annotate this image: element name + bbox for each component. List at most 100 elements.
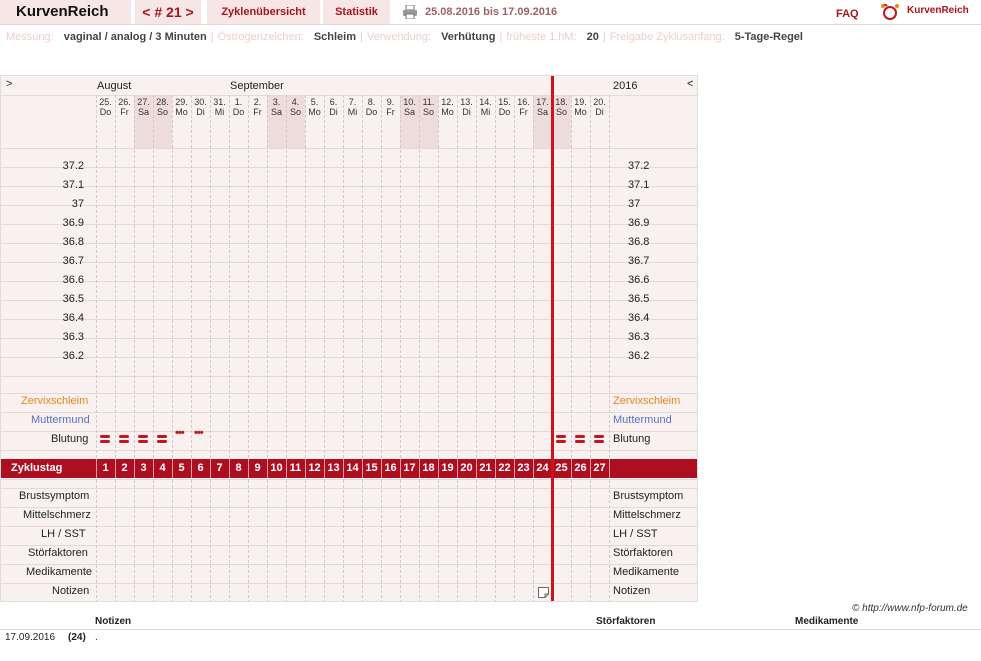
cycle-day-number[interactable]: 14 <box>343 459 362 477</box>
cycle-day-number[interactable]: 4 <box>153 459 172 477</box>
bleeding-strong-mark[interactable] <box>575 435 585 445</box>
row-label-disturb-right: Störfaktoren <box>613 547 673 559</box>
day-date: 8. <box>367 97 376 107</box>
bleeding-spotting-mark[interactable]: ••• <box>175 427 185 439</box>
day-date: 28. <box>156 97 169 107</box>
cycle-day-number[interactable]: 24 <box>533 459 552 477</box>
cycle-day-number[interactable]: 7 <box>210 459 229 477</box>
day-header-cell[interactable]: 29. Mo <box>172 97 191 117</box>
day-header-cell[interactable]: 5. Mo <box>305 97 324 117</box>
bleeding-strong-mark[interactable] <box>138 435 148 445</box>
cycle-day-number[interactable]: 8 <box>229 459 248 477</box>
bleeding-strong-mark[interactable] <box>556 435 566 445</box>
cycle-day-number[interactable]: 2 <box>115 459 134 477</box>
cycle-day-number[interactable]: 18 <box>419 459 438 477</box>
day-header-cell[interactable]: 13. Di <box>457 97 476 117</box>
day-header-cell[interactable]: 31. Mi <box>210 97 229 117</box>
bleeding-strong-mark[interactable] <box>119 435 129 445</box>
cycle-day-number[interactable]: 6 <box>191 459 210 477</box>
bleeding-strong-mark[interactable] <box>100 435 110 445</box>
day-header-cell[interactable]: 28. So <box>153 97 172 117</box>
temperature-label-right: 36.7 <box>628 255 650 267</box>
cycle-day-divider <box>381 459 382 478</box>
temperature-label: 37.1 <box>62 179 84 191</box>
day-header-cell[interactable]: 15. Do <box>495 97 514 117</box>
tab-cycle-overview[interactable]: Zyklenübersicht <box>207 0 320 24</box>
day-header-cell[interactable]: 8. Do <box>362 97 381 117</box>
cycle-day-number[interactable]: 13 <box>324 459 343 477</box>
note-text: . <box>95 632 98 643</box>
grid-line <box>1 507 697 508</box>
day-header-cell[interactable]: 25. Do <box>96 97 115 117</box>
cycle-navigator[interactable]: < # 21 > <box>135 0 201 24</box>
day-header-cell[interactable]: 12. Mo <box>438 97 457 117</box>
app-title[interactable]: KurvenReich <box>0 0 131 24</box>
cycle-day-number[interactable]: 15 <box>362 459 381 477</box>
day-header-cell[interactable]: 2. Fr <box>248 97 267 117</box>
row-label-os: Muttermund <box>31 414 90 426</box>
grid-line <box>1 545 697 546</box>
cycle-day-number[interactable]: 20 <box>457 459 476 477</box>
cycle-day-number[interactable]: 22 <box>495 459 514 477</box>
cycle-day-number[interactable]: 26 <box>571 459 590 477</box>
print-icon[interactable] <box>402 5 418 19</box>
day-header-cell[interactable]: 9. Fr <box>381 97 400 117</box>
day-column-line <box>324 95 325 601</box>
day-header-cell[interactable]: 10. Sa <box>400 97 419 117</box>
cycle-day-number[interactable]: 16 <box>381 459 400 477</box>
temperature-label: 37 <box>71 198 84 210</box>
brand-name[interactable]: KurvenReich <box>907 5 969 16</box>
day-header-cell[interactable]: 14. Mi <box>476 97 495 117</box>
day-header-cell[interactable]: 17. Sa <box>533 97 552 117</box>
bleeding-strong-mark[interactable] <box>594 435 604 445</box>
tab-statistics[interactable]: Statistik <box>323 0 390 24</box>
cycle-day-number[interactable]: 27 <box>590 459 609 477</box>
row-label-breast: Brustsymptom <box>19 490 90 502</box>
cycle-day-number[interactable]: 17 <box>400 459 419 477</box>
row-label-lh-right: LH / SST <box>613 528 658 540</box>
bleeding-spotting-mark[interactable]: ••• <box>194 427 204 439</box>
day-header-cell[interactable]: 19. Mo <box>571 97 590 117</box>
day-header-cell[interactable]: 6. Di <box>324 97 343 117</box>
day-header-cell[interactable]: 3. Sa <box>267 97 286 117</box>
grid-line <box>1 488 697 489</box>
cycle-day-number[interactable]: 9 <box>248 459 267 477</box>
copyright[interactable]: © http://www.nfp-forum.de <box>852 603 968 614</box>
day-header-cell[interactable]: 20. Di <box>590 97 609 117</box>
day-header-cell[interactable]: 18. So <box>552 97 571 117</box>
cycle-day-divider <box>533 459 534 478</box>
cycle-day-number[interactable]: 1 <box>96 459 115 477</box>
chart-nav-left[interactable]: > <box>6 78 12 90</box>
brand-logo-icon[interactable] <box>880 2 900 20</box>
cycle-day-number[interactable]: 25 <box>552 459 571 477</box>
cycle-day-number[interactable]: 11 <box>286 459 305 477</box>
day-header-cell[interactable]: 1. Do <box>229 97 248 117</box>
setting-label: früheste 1.hM: <box>506 31 577 43</box>
row-label-breast-right: Brustsymptom <box>613 490 684 502</box>
row-label-cervix: Zervixschleim <box>21 395 89 407</box>
bleeding-strong-mark[interactable] <box>157 435 167 445</box>
faq-link[interactable]: FAQ <box>836 8 859 20</box>
day-header-cell[interactable]: 4. So <box>286 97 305 117</box>
row-label-cervix-right: Zervixschleim <box>613 395 681 407</box>
chart-nav-right[interactable]: < <box>687 78 693 90</box>
cycle-day-number[interactable]: 21 <box>476 459 495 477</box>
day-header-cell[interactable]: 27. Sa <box>134 97 153 117</box>
note-icon[interactable] <box>538 587 549 598</box>
day-header-cell[interactable]: 26. Fr <box>115 97 134 117</box>
day-weekday: Di <box>196 107 205 117</box>
cycle-day-number[interactable]: 12 <box>305 459 324 477</box>
cycle-day-divider <box>495 459 496 478</box>
day-header-cell[interactable]: 16. Fr <box>514 97 533 117</box>
temperature-label-right: 36.6 <box>628 274 650 286</box>
day-header-cell[interactable]: 30. Di <box>191 97 210 117</box>
cycle-day-number[interactable]: 5 <box>172 459 191 477</box>
cycle-day-number[interactable]: 10 <box>267 459 286 477</box>
cycle-day-number[interactable]: 3 <box>134 459 153 477</box>
note-cycle-day: (24) <box>68 632 86 643</box>
cycle-day-number[interactable]: 19 <box>438 459 457 477</box>
day-date: 2. <box>253 97 262 107</box>
day-header-cell[interactable]: 7. Mi <box>343 97 362 117</box>
cycle-day-number[interactable]: 23 <box>514 459 533 477</box>
day-header-cell[interactable]: 11. So <box>419 97 438 117</box>
